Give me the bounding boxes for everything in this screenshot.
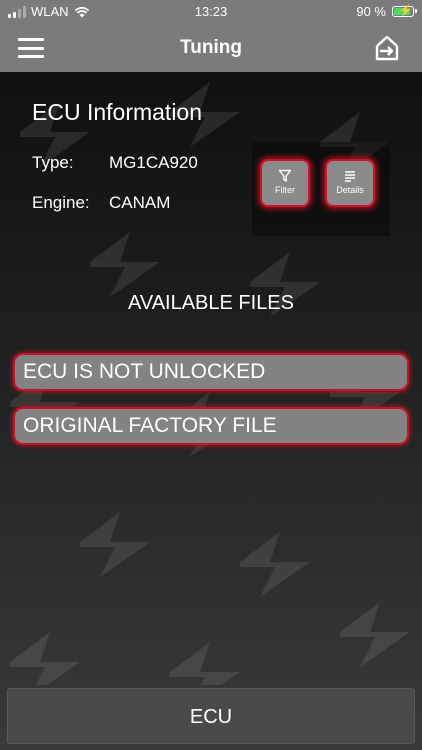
tuning-screen: WLAN 13:23 90 % ⚡ Tuning ECU Information…	[0, 0, 422, 750]
export-icon[interactable]	[372, 34, 402, 62]
filter-button[interactable]: Filter	[260, 159, 310, 207]
status-bar: WLAN 13:23 90 % ⚡	[0, 0, 422, 24]
details-button[interactable]: Details	[325, 159, 375, 207]
available-files-heading: AVAILABLE FILES	[127, 292, 294, 314]
file-list-item[interactable]: ECU IS NOT UNLOCKED	[13, 353, 409, 391]
status-right: 90 % ⚡	[356, 4, 417, 19]
list-icon	[345, 171, 355, 182]
navigation-bar: Tuning	[0, 24, 422, 72]
ecu-button[interactable]: ECU	[7, 688, 415, 744]
filter-icon	[278, 169, 292, 182]
file-list-item[interactable]: ORIGINAL FACTORY FILE	[13, 407, 409, 445]
charging-bolt-icon: ⚡	[399, 5, 413, 17]
details-label: Details	[336, 185, 364, 195]
type-label: Type:	[32, 153, 74, 172]
engine-label: Engine:	[32, 193, 90, 212]
filter-label: Filter	[275, 185, 295, 195]
battery-icon: ⚡	[392, 5, 417, 17]
page-title: Tuning	[180, 37, 242, 58]
ecu-information-title: ECU Information	[32, 99, 203, 125]
battery-percent: 90 %	[356, 4, 386, 19]
engine-value: CANAM	[109, 193, 171, 212]
type-value: MG1CA920	[109, 153, 198, 172]
